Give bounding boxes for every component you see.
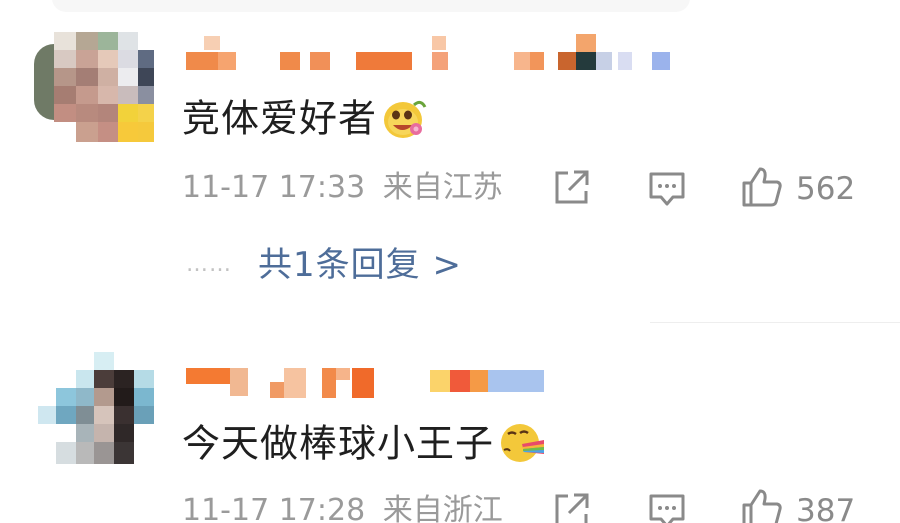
avatar[interactable] xyxy=(38,352,154,468)
comment-meta: 11-17 17:33 来自江苏 xyxy=(182,173,503,203)
location: 来自浙江 xyxy=(382,493,503,523)
comment-text-content: 今天做棒球小王子 xyxy=(182,421,495,466)
comment-button[interactable] xyxy=(647,492,687,523)
like-count: 562 xyxy=(796,170,856,207)
reply-count-text: 共1条回复 > xyxy=(258,245,462,285)
like-button[interactable]: 562 xyxy=(740,165,855,213)
location: 来自江苏 xyxy=(382,170,503,205)
comment-text: 竞体爱好者 xyxy=(182,95,427,147)
comment-icon xyxy=(647,170,687,212)
reply-dots: …… xyxy=(186,252,232,277)
avatar[interactable] xyxy=(54,32,154,146)
comment-text: 今天做棒球小王子 xyxy=(182,420,545,472)
rainbow-vomit-face-icon xyxy=(498,420,545,472)
comment-feed: 竞体爱好者 11-17 17:33 来自江苏 562 …… 共1条回复 > 今天… xyxy=(0,0,900,523)
timestamp: 11-17 17:33 xyxy=(182,170,366,205)
avatar-edge xyxy=(34,44,54,120)
view-replies-link[interactable]: …… 共1条回复 > xyxy=(186,248,462,282)
comment-text-content: 竞体爱好者 xyxy=(182,96,378,141)
like-icon xyxy=(740,487,784,523)
timestamp: 11-17 17:28 xyxy=(182,493,366,523)
like-button[interactable]: 387 xyxy=(740,487,855,523)
username-blurred[interactable] xyxy=(186,30,686,74)
share-button[interactable] xyxy=(552,169,590,211)
like-icon xyxy=(740,165,784,213)
share-icon xyxy=(552,169,590,211)
grinning-flower-face-icon xyxy=(381,95,427,147)
comment-icon xyxy=(647,492,687,523)
share-icon xyxy=(552,492,590,523)
share-button[interactable] xyxy=(552,492,590,523)
username-blurred[interactable] xyxy=(186,366,556,402)
previous-card-edge xyxy=(52,0,690,12)
comment-meta: 11-17 17:28 来自浙江 xyxy=(182,496,503,523)
divider xyxy=(650,322,900,323)
like-count: 387 xyxy=(796,492,856,523)
comment-button[interactable] xyxy=(647,170,687,212)
